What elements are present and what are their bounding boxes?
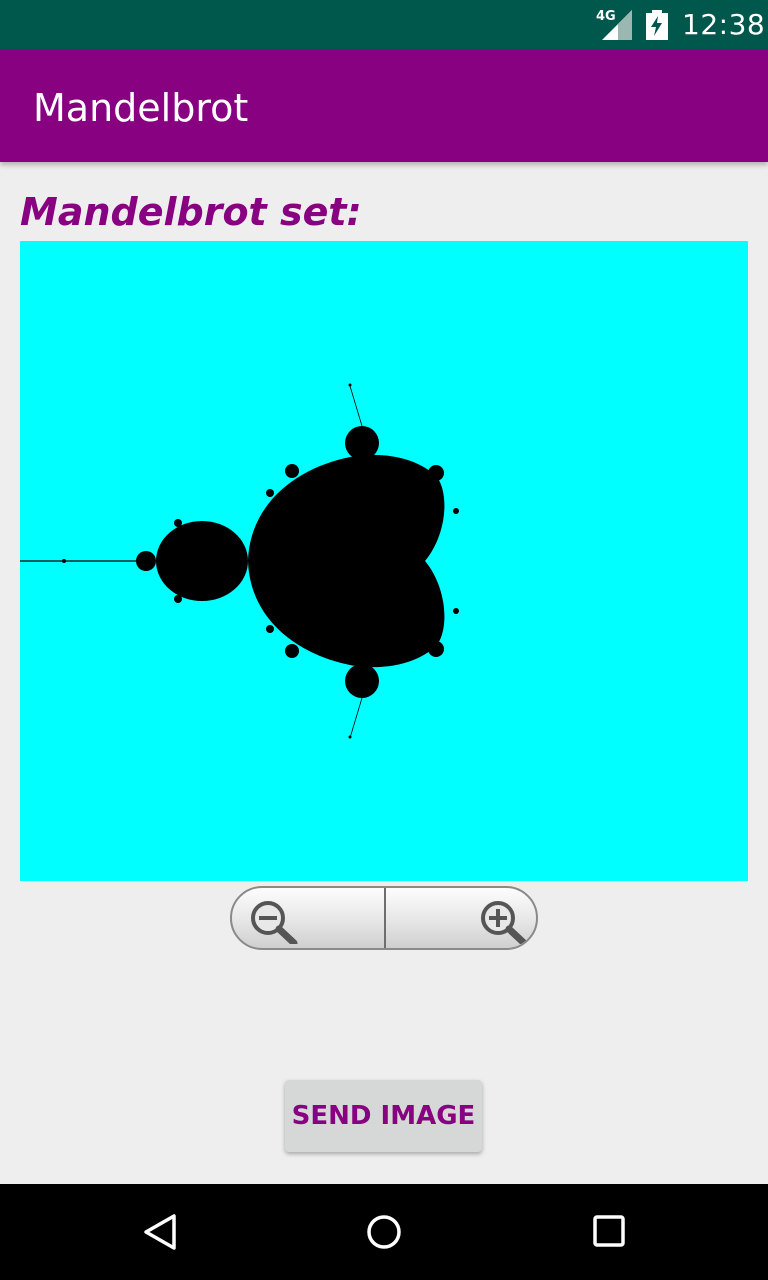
filament [349,697,363,739]
main-cardioid [248,454,445,668]
status-bar: 4G 12:38 [0,0,768,50]
left-mini-bulb [136,551,156,571]
zoom-in-icon [481,901,528,944]
lower-right-bulb [428,641,444,657]
signal-icon [602,10,632,40]
small-bulb [266,489,274,497]
mandelbrot-image[interactable] [20,241,748,881]
zoom-controls [230,886,538,950]
recents-icon[interactable] [590,1212,630,1252]
filament-dot [348,383,352,387]
small-bulb [453,508,459,514]
zoom-out-icon [251,901,298,944]
antenna-mini-set [62,559,66,563]
app-title: Mandelbrot [33,86,249,130]
upper-right-bulb [428,465,444,481]
bottom-bulb [345,664,379,698]
page-heading: Mandelbrot set: [20,190,362,234]
app-bar: Mandelbrot [0,50,768,162]
battery-charging-icon [646,10,668,40]
lower-left-bulb [285,644,299,658]
back-icon[interactable] [140,1212,180,1252]
small-bulb [266,625,274,633]
filament [349,385,363,427]
small-bulb [174,519,182,527]
zoom-in-button[interactable] [384,888,536,948]
navigation-bar [0,1184,768,1280]
home-icon[interactable] [364,1212,404,1252]
period-2-bulb [156,521,248,601]
zoom-out-button[interactable] [232,888,384,948]
top-bulb [345,426,379,460]
filament-dot [348,735,352,739]
small-bulb [453,608,459,614]
small-bulb [174,595,182,603]
send-image-button[interactable]: SEND IMAGE [285,1080,482,1152]
mandelbrot-set-render [20,383,459,739]
main-content: Mandelbrot set: SEND IMAGE [0,162,768,1184]
upper-left-bulb [285,464,299,478]
status-clock: 12:38 [682,8,766,41]
